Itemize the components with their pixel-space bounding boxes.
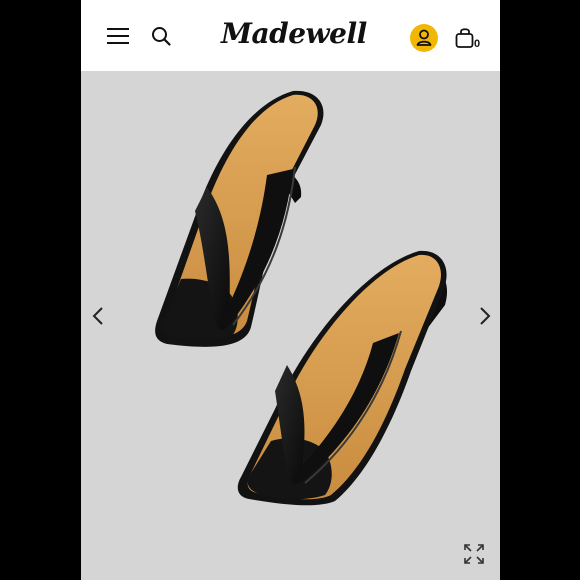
hamburger-menu-icon[interactable] bbox=[107, 25, 129, 47]
chevron-left-icon[interactable] bbox=[87, 304, 111, 328]
search-icon[interactable] bbox=[151, 26, 171, 46]
site-header: Madewell 0 bbox=[81, 0, 500, 71]
brand-logo[interactable]: Madewell bbox=[221, 16, 367, 52]
app-frame: Madewell 0 bbox=[81, 0, 500, 580]
account-button[interactable] bbox=[410, 24, 438, 52]
bag-count: 0 bbox=[474, 38, 481, 50]
product-gallery bbox=[81, 71, 500, 580]
sandal-left bbox=[155, 90, 324, 347]
expand-icon[interactable] bbox=[463, 543, 485, 565]
product-image[interactable] bbox=[81, 71, 500, 580]
shopping-bag-icon[interactable] bbox=[454, 25, 476, 51]
account-icon bbox=[416, 29, 432, 46]
chevron-right-icon[interactable] bbox=[472, 304, 496, 328]
sandal-right bbox=[237, 250, 448, 506]
